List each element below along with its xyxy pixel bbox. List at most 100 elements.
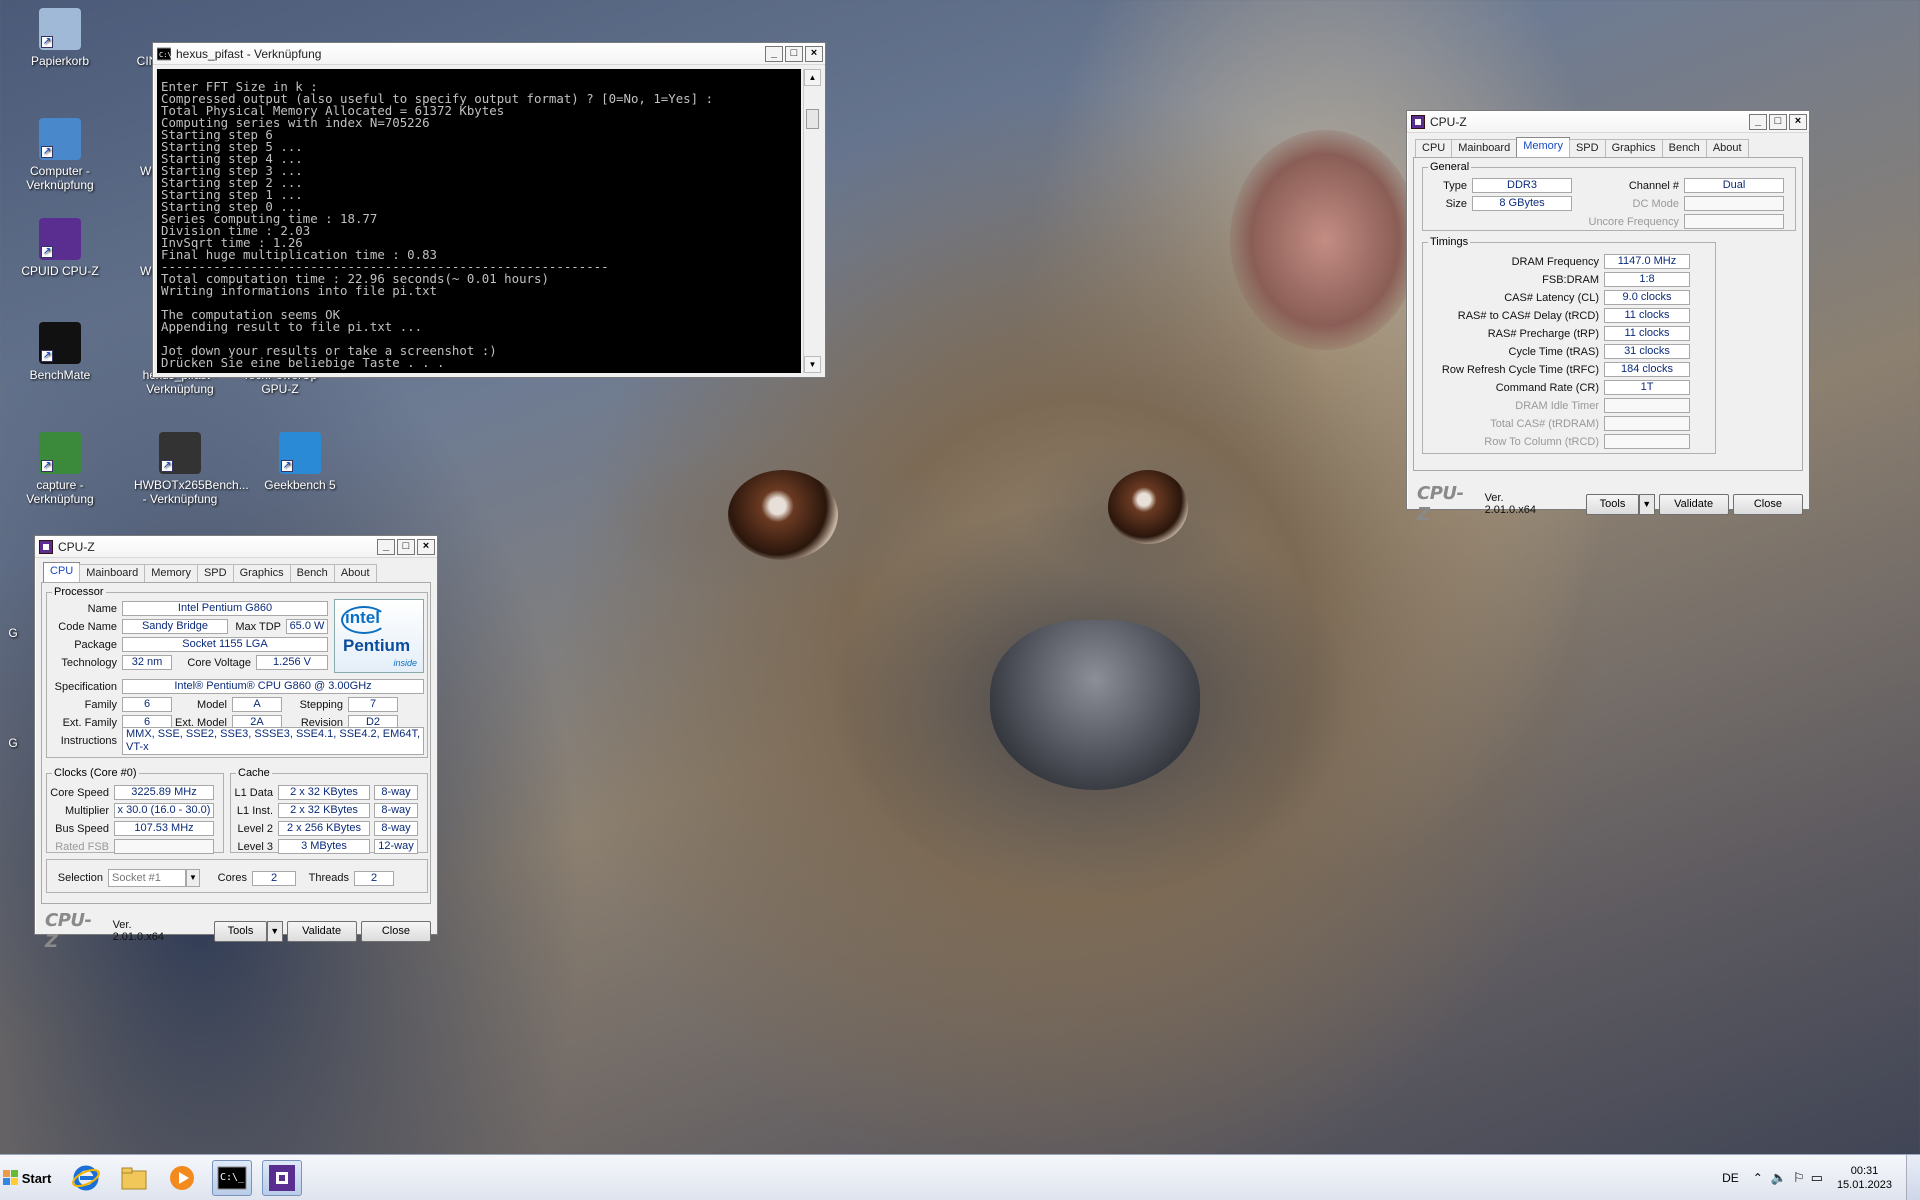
codename-value: Sandy Bridge <box>122 619 228 634</box>
clock[interactable]: 00:31 15.01.2023 <box>1837 1164 1892 1192</box>
taskbar-cpuz-button[interactable] <box>262 1160 302 1196</box>
tab-bench[interactable]: Bench <box>289 564 335 582</box>
console-title-bar[interactable]: C:\ hexus_pifast - Verknüpfung _ □ × <box>153 43 825 65</box>
multiplier-value: x 30.0 (16.0 - 30.0) <box>114 803 214 818</box>
clocks-legend: Clocks (Core #0) <box>54 767 137 779</box>
tools-dropdown-arrow-icon[interactable]: ▼ <box>1638 493 1655 515</box>
desktop-icon-label: G <box>8 736 18 750</box>
desktop-icon[interactable]: ↗ Papierkorb <box>14 8 106 68</box>
multiplier-label: Multiplier <box>64 804 109 817</box>
cpuz-memory-title-bar[interactable]: CPU-Z _ □ × <box>1407 111 1809 133</box>
tab-about[interactable]: About <box>333 564 377 582</box>
desktop-icon[interactable]: ↗ capture - Verknüpfung <box>14 432 106 506</box>
specification-label: Specification <box>54 680 117 693</box>
desktop-icon[interactable]: ↗ Geekbench 5 <box>254 432 346 492</box>
tray-chevron-up-icon[interactable]: ⌃ <box>1753 1171 1763 1185</box>
close-button[interactable]: × <box>805 45 823 62</box>
package-value: Socket 1155 LGA <box>122 637 328 652</box>
desktop-icon-label: Computer - Verknüpfung <box>26 164 94 192</box>
speaker-icon[interactable]: 🔈 <box>1771 1170 1787 1186</box>
tab-about[interactable]: About <box>1705 139 1749 157</box>
desktop-icon[interactable]: ↗G <box>0 580 26 640</box>
language-indicator[interactable]: DE <box>1722 1171 1739 1185</box>
close-window-button[interactable]: Close <box>1732 493 1803 515</box>
taskbar-media-player-button[interactable] <box>162 1160 202 1196</box>
timing-label: RAS# to CAS# Delay (tRCD) <box>1457 309 1599 322</box>
shortcut-arrow-icon: ↗ <box>281 460 293 472</box>
scroll-thumb[interactable] <box>806 109 819 129</box>
ratedfsb-label: Rated FSB <box>55 840 109 853</box>
timing-value <box>1604 398 1690 413</box>
console-window[interactable]: C:\ hexus_pifast - Verknüpfung _ □ × Ent… <box>152 42 826 378</box>
tools-button[interactable]: Tools <box>1586 493 1639 515</box>
socket-select[interactable]: Socket #1 <box>108 869 186 887</box>
desktop-icon[interactable]: ↗G <box>0 690 26 750</box>
minimize-button[interactable]: _ <box>377 538 395 555</box>
tools-button[interactable]: Tools <box>214 920 267 942</box>
minimize-button[interactable]: _ <box>765 45 783 62</box>
tab-mainboard[interactable]: Mainboard <box>79 564 146 582</box>
maximize-button[interactable]: □ <box>1769 113 1787 130</box>
close-window-button[interactable]: Close <box>360 920 431 942</box>
cache-associativity: 8-way <box>374 803 418 818</box>
cache-label: Level 3 <box>237 840 273 853</box>
maximize-button[interactable]: □ <box>397 538 415 555</box>
tools-dropdown-arrow-icon[interactable]: ▼ <box>266 920 283 942</box>
technology-value: 32 nm <box>122 655 172 670</box>
desktop-icon[interactable]: ↗ BenchMate <box>14 322 106 382</box>
scroll-up-arrow-icon[interactable]: ▲ <box>804 69 821 86</box>
timing-row: DRAM Frequency 1147.0 MHz <box>1424 254 1690 269</box>
cpuz-cpu-footer: CPU-Z Ver. 2.01.0.x64 Tools ▼ Validate C… <box>45 910 431 952</box>
cpuz-cpu-window[interactable]: CPU-Z _ □ × CPU Mainboard Memory SPD Graphic… <box>34 535 438 952</box>
close-button[interactable]: × <box>1789 113 1807 130</box>
wallpaper-eye-right <box>1108 470 1188 544</box>
taskbar-explorer-button[interactable] <box>114 1160 154 1196</box>
timing-value: 9.0 clocks <box>1604 290 1690 305</box>
battery-icon[interactable]: ▭ <box>1811 1170 1823 1186</box>
console-output[interactable]: Enter FFT Size in k : Compressed output (… <box>157 69 801 373</box>
taskbar-console-button[interactable]: C:\_ <box>212 1160 252 1196</box>
tab-cpu[interactable]: CPU <box>43 562 81 582</box>
taskbar-ie-button[interactable] <box>66 1160 106 1196</box>
computer-icon: ↗ <box>39 118 81 160</box>
timing-row: Cycle Time (tRAS) 31 clocks <box>1424 344 1690 359</box>
validate-button[interactable]: Validate <box>1658 493 1729 515</box>
console-line: Appending result to file pi.txt ... <box>161 319 423 334</box>
cache-size: 2 x 32 KBytes <box>278 785 370 800</box>
tab-mainboard[interactable]: Mainboard <box>1451 139 1518 157</box>
memory-panel: General Type DDR3 Size 8 GBytes Channel # D… <box>1413 157 1803 471</box>
show-desktop-button[interactable] <box>1906 1155 1920 1200</box>
tab-cpu[interactable]: CPU <box>1415 139 1453 157</box>
family-label: Family <box>84 698 117 711</box>
maximize-button[interactable]: □ <box>785 45 803 62</box>
console-icon: C:\ <box>157 47 171 60</box>
timing-value <box>1604 416 1690 431</box>
general-legend: General <box>1430 161 1470 173</box>
flag-icon[interactable]: ⚐ <box>1793 1170 1805 1186</box>
cpuz-cpu-title-bar[interactable]: CPU-Z _ □ × <box>35 536 437 558</box>
tab-graphics[interactable]: Graphics <box>1604 139 1663 157</box>
console-scrollbar[interactable]: ▲ ▼ <box>803 69 821 373</box>
tab-memory[interactable]: Memory <box>1516 137 1570 157</box>
tab-spd[interactable]: SPD <box>1568 139 1606 157</box>
validate-button[interactable]: Validate <box>286 920 357 942</box>
close-button[interactable]: × <box>417 538 435 555</box>
desktop-icon-label: HWBOTx265Bench... - Verknüpfung <box>134 478 249 506</box>
minimize-button[interactable]: _ <box>1749 113 1767 130</box>
tab-bench[interactable]: Bench <box>1661 139 1707 157</box>
cache-row: L1 Inst. 2 x 32 KBytes 8-way <box>232 803 418 818</box>
scroll-down-arrow-icon[interactable]: ▼ <box>804 356 821 373</box>
tab-spd[interactable]: SPD <box>196 564 234 582</box>
tab-memory[interactable]: Memory <box>144 564 198 582</box>
corespeed-value: 3225.89 MHz <box>114 785 214 800</box>
start-button[interactable]: Start <box>0 1159 54 1197</box>
voltage-value: 1.256 V <box>256 655 328 670</box>
desktop-icon[interactable]: ↗ Computer - Verknüpfung <box>14 118 106 192</box>
socket-chevron-down-icon[interactable]: ▼ <box>186 869 200 887</box>
size-value: 8 GBytes <box>1472 196 1572 211</box>
desktop-icon[interactable]: ↗ CPUID CPU-Z <box>14 218 106 278</box>
desktop-icon[interactable]: ↗ HWBOTx265Bench... - Verknüpfung <box>134 432 249 506</box>
shortcut-arrow-icon: ↗ <box>2 608 14 620</box>
cpuz-memory-window[interactable]: CPU-Z _ □ × CPU Mainboard Memory SPD Graphic… <box>1406 110 1810 525</box>
tab-graphics[interactable]: Graphics <box>232 564 291 582</box>
